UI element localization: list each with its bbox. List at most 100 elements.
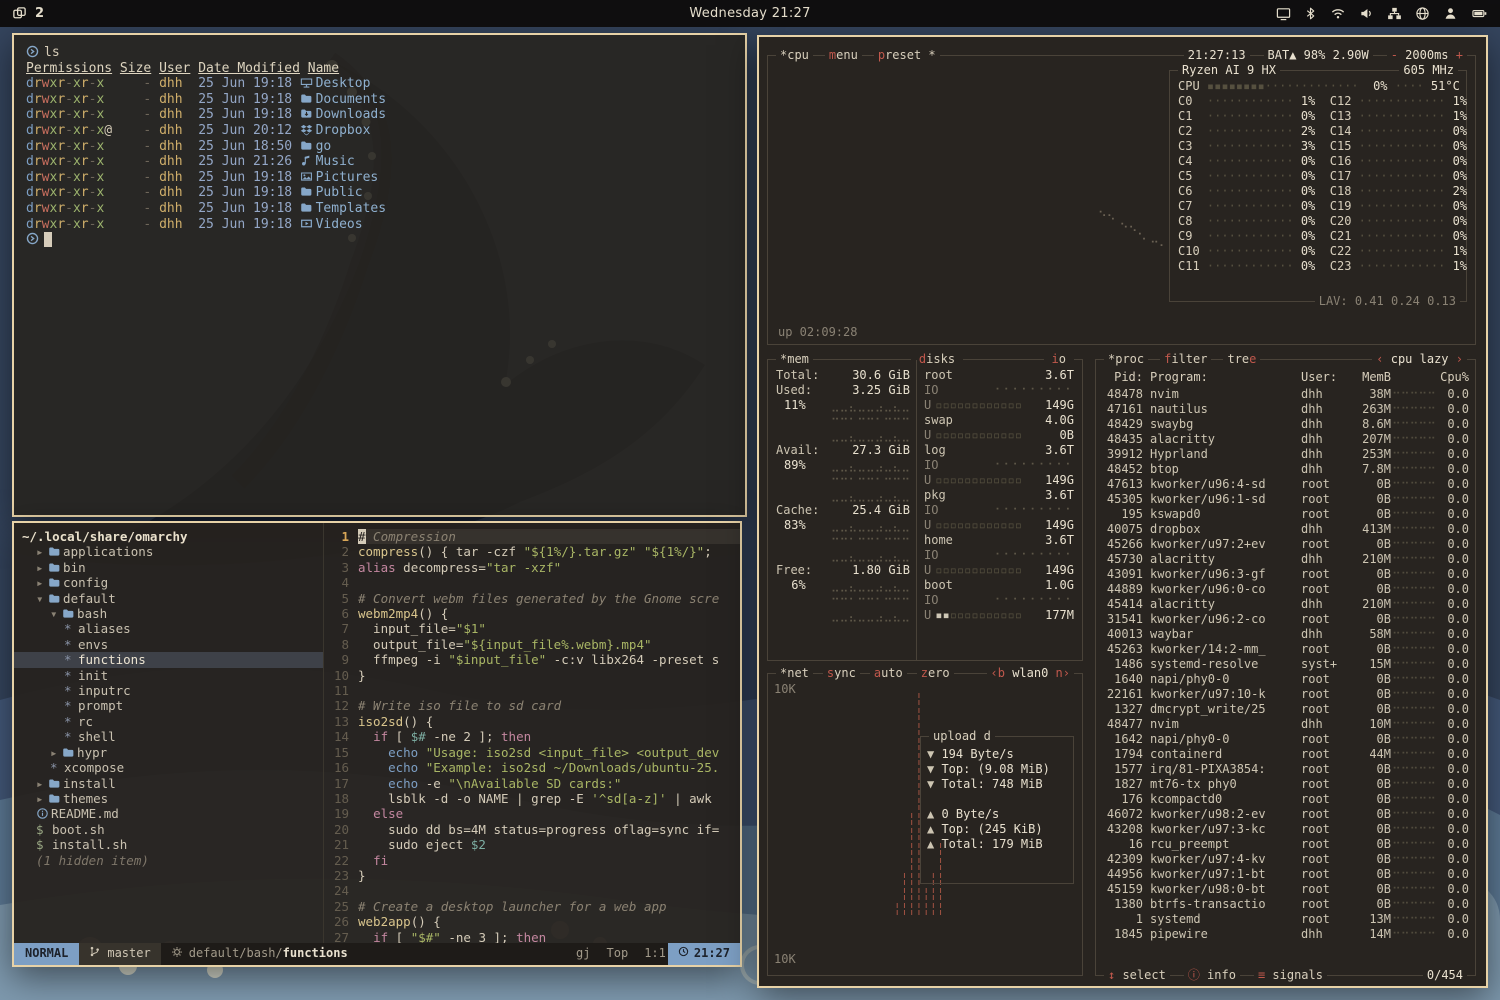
- disks-title[interactable]: disks: [911, 352, 963, 367]
- proc-row[interactable]: 45159kworker/u98:0-btroot0B⠒⠒⠒⠒⠒0.0: [1102, 882, 1469, 897]
- proc-row[interactable]: 47161nautilusdhh263M⠒⠒⠒⠒⠒0.0: [1102, 402, 1469, 417]
- btop-window[interactable]: *cpumenupreset * 21:27:13 BAT▲ 98% 2.90W…: [757, 35, 1488, 988]
- code-line[interactable]: ffmpeg -i "$input_file" -c:v libx264 -pr…: [358, 652, 740, 667]
- proc-row[interactable]: 1327dmcrypt_write/25root0B⠒⠒⠒⠒⠒0.0: [1102, 702, 1469, 717]
- code-line[interactable]: [358, 683, 740, 698]
- tree-item-xcompose[interactable]: *xcompose: [14, 760, 323, 775]
- btop-button-filter[interactable]: filter: [1160, 352, 1211, 367]
- tree-item-READMEmd[interactable]: README.md: [14, 806, 323, 821]
- globe-icon[interactable]: [1415, 6, 1430, 21]
- proc-row[interactable]: 48477nvimdhh10M⠒⠒⠒⠒⠒0.0: [1102, 717, 1469, 732]
- proc-row[interactable]: 45730alacrittydhh210M⠒⠒⠒⠒⠒0.0: [1102, 552, 1469, 567]
- proc-row[interactable]: 1systemdroot13M⠒⠒⠒⠒⠒0.0: [1102, 912, 1469, 927]
- proc-row[interactable]: 39912Hyprlanddhh253M⠒⠒⠒⠒⠒0.0: [1102, 447, 1469, 462]
- sort-control[interactable]: ‹ cpu lazy ›: [1372, 352, 1467, 367]
- btop-button-io[interactable]: io: [1048, 352, 1070, 366]
- code-line[interactable]: output_file="${input_file%.webm}.mp4": [358, 637, 740, 652]
- clock[interactable]: Wednesday 21:27: [252, 6, 1248, 21]
- code-line[interactable]: [358, 575, 740, 590]
- code-line[interactable]: fi: [358, 853, 740, 868]
- tree-item-1hiddenitem[interactable]: (1 hidden item): [14, 853, 323, 868]
- code-line[interactable]: webm2mp4() {: [358, 606, 740, 621]
- btop-button-auto[interactable]: auto: [870, 666, 907, 681]
- proc-row[interactable]: 44956kworker/u97:1-btroot0B⠒⠒⠒⠒⠒0.0: [1102, 867, 1469, 882]
- code-editor[interactable]: # Compressioncompress() { tar -czf "${1%…: [358, 529, 740, 943]
- btop-button-net[interactable]: *net: [776, 666, 813, 681]
- code-line[interactable]: alias decompress="tar -xzf": [358, 560, 740, 575]
- screencast-icon[interactable]: [1276, 6, 1291, 21]
- tree-item-installsh[interactable]: $install.sh: [14, 837, 323, 852]
- proc-row[interactable]: 31541kworker/u96:2-coroot0B⠒⠒⠒⠒⠒0.0: [1102, 612, 1469, 627]
- proc-row[interactable]: 42309kworker/u97:4-kvroot0B⠒⠒⠒⠒⠒0.0: [1102, 852, 1469, 867]
- btop-button-cpu[interactable]: *cpu: [776, 48, 813, 63]
- code-line[interactable]: # Write iso file to sd card: [358, 698, 740, 713]
- proc-row[interactable]: 1380btrfs-transactioroot0B⠒⠒⠒⠒⠒0.0: [1102, 897, 1469, 912]
- code-line[interactable]: lsblk -d -o NAME | grep -E '^sd[a-z]' | …: [358, 791, 740, 806]
- tree-item-inputrc[interactable]: *inputrc: [14, 683, 323, 698]
- btop-button-tree[interactable]: tree: [1223, 352, 1260, 367]
- proc-row[interactable]: 48435alacrittydhh207M⠒⠒⠒⠒⠒0.0: [1102, 432, 1469, 447]
- tree-item-themes[interactable]: ▸themes: [14, 791, 323, 806]
- code-line[interactable]: if [ "$#" -ne 3 ]; then: [358, 930, 740, 943]
- proc-row[interactable]: 1640napi/phy0-0root0B⠒⠒⠒⠒⠒0.0: [1102, 672, 1469, 687]
- proc-row[interactable]: 40075dropboxdhh413M⠒⠒⠒⠒⠒0.0: [1102, 522, 1469, 537]
- code-line[interactable]: }: [358, 868, 740, 883]
- proc-footer-signals[interactable]: ≡ signals: [1254, 968, 1327, 983]
- proc-row[interactable]: 1486systemd-resolvesyst+15M⠒⠒⠒⠒⠒0.0: [1102, 657, 1469, 672]
- proc-row[interactable]: 47613kworker/u96:4-sdroot0B⠒⠒⠒⠒⠒0.0: [1102, 477, 1469, 492]
- code-line[interactable]: echo -e "\nAvailable SD cards:": [358, 776, 740, 791]
- bluetooth-icon[interactable]: [1304, 6, 1317, 21]
- code-line[interactable]: # Convert webm files generated by the Gn…: [358, 591, 740, 606]
- tree-item-bootsh[interactable]: $boot.sh: [14, 822, 323, 837]
- proc-row[interactable]: 195kswapd0root0B⠒⠒⠒⠒⠒0.0: [1102, 507, 1469, 522]
- neovim-window[interactable]: ~/.local/share/omarchy▸applications▸bin▸…: [12, 521, 742, 967]
- proc-row[interactable]: 43091kworker/u96:3-gfroot0B⠒⠒⠒⠒⠒0.0: [1102, 567, 1469, 582]
- proc-row[interactable]: 45305kworker/u96:1-sdroot0B⠒⠒⠒⠒⠒0.0: [1102, 492, 1469, 507]
- code-line[interactable]: input_file="$1": [358, 621, 740, 636]
- proc-row[interactable]: 1577irq/81-PIXA3854:root0B⠒⠒⠒⠒⠒0.0: [1102, 762, 1469, 777]
- terminal-window[interactable]: lsPermissions Size User Date Modified Na…: [12, 33, 747, 517]
- tree-item-applications[interactable]: ▸applications: [14, 544, 323, 559]
- proc-row[interactable]: 48429swaybgdhh8.6M⠒⠒⠒⠒⠒0.0: [1102, 417, 1469, 432]
- code-line[interactable]: sudo dd bs=4M status=progress oflag=sync…: [358, 822, 740, 837]
- code-line[interactable]: }: [358, 668, 740, 683]
- net-interface-switch[interactable]: ‹b wlan0 n›: [987, 666, 1075, 681]
- code-line[interactable]: if [ $# -ne 2 ]; then: [358, 729, 740, 744]
- tree-item-install[interactable]: ▸install: [14, 776, 323, 791]
- battery-icon[interactable]: [1471, 6, 1488, 21]
- tree-item-shell[interactable]: *shell: [14, 729, 323, 744]
- tree-item-hypr[interactable]: ▸hypr: [14, 745, 323, 760]
- proc-footer-info[interactable]: ⓘ info: [1184, 968, 1240, 983]
- tree-item-envs[interactable]: *envs: [14, 637, 323, 652]
- volume-icon[interactable]: [1359, 6, 1374, 21]
- prompt-line[interactable]: [26, 232, 733, 248]
- tree-item-bash[interactable]: ▾bash: [14, 606, 323, 621]
- proc-row[interactable]: 46072kworker/u98:2-evroot0B⠒⠒⠒⠒⠒0.0: [1102, 807, 1469, 822]
- code-line[interactable]: # Compression: [358, 529, 740, 544]
- wifi-icon[interactable]: [1330, 6, 1346, 21]
- proc-row[interactable]: 45266kworker/u97:2+evroot0B⠒⠒⠒⠒⠒0.0: [1102, 537, 1469, 552]
- proc-row[interactable]: 22161kworker/u97:10-kroot0B⠒⠒⠒⠒⠒0.0: [1102, 687, 1469, 702]
- proc-row[interactable]: 1845pipewiredhh14M⠒⠒⠒⠒⠒0.0: [1102, 927, 1469, 942]
- proc-footer-select[interactable]: ↕ select: [1104, 968, 1170, 983]
- proc-row[interactable]: 16rcu_preemptroot0B⠒⠒⠒⠒⠒0.0: [1102, 837, 1469, 852]
- tree-item-rc[interactable]: *rc: [14, 714, 323, 729]
- code-line[interactable]: echo "Example: iso2sd ~/Downloads/ubuntu…: [358, 760, 740, 775]
- user-icon[interactable]: [1443, 6, 1458, 21]
- workspaces-icon[interactable]: [12, 6, 27, 21]
- tree-item-init[interactable]: *init: [14, 668, 323, 683]
- tree-item-prompt[interactable]: *prompt: [14, 698, 323, 713]
- proc-row[interactable]: 44889kworker/u96:0-coroot0B⠒⠒⠒⠒⠒0.0: [1102, 582, 1469, 597]
- proc-row[interactable]: 48452btopdhh7.8M⠒⠒⠒⠒⠒0.0: [1102, 462, 1469, 477]
- code-line[interactable]: echo "Usage: iso2sd <input_file> <output…: [358, 745, 740, 760]
- tree-item-aliases[interactable]: *aliases: [14, 621, 323, 636]
- tree-item-functions[interactable]: *functions: [14, 652, 323, 667]
- btop-button-disks[interactable]: disks: [915, 352, 959, 366]
- proc-row[interactable]: 43208kworker/u97:3-kcroot0B⠒⠒⠒⠒⠒0.0: [1102, 822, 1469, 837]
- network-icon[interactable]: [1387, 6, 1402, 21]
- btop-button-menu[interactable]: menu: [825, 48, 862, 63]
- proc-row[interactable]: 176kcompactd0root0B⠒⠒⠒⠒⠒0.0: [1102, 792, 1469, 807]
- proc-row[interactable]: 1794containerdroot44M⠒⠒⠒⠒⠒0.0: [1102, 747, 1469, 762]
- tree-item-config[interactable]: ▸config: [14, 575, 323, 590]
- btop-button-preset[interactable]: preset *: [874, 48, 940, 63]
